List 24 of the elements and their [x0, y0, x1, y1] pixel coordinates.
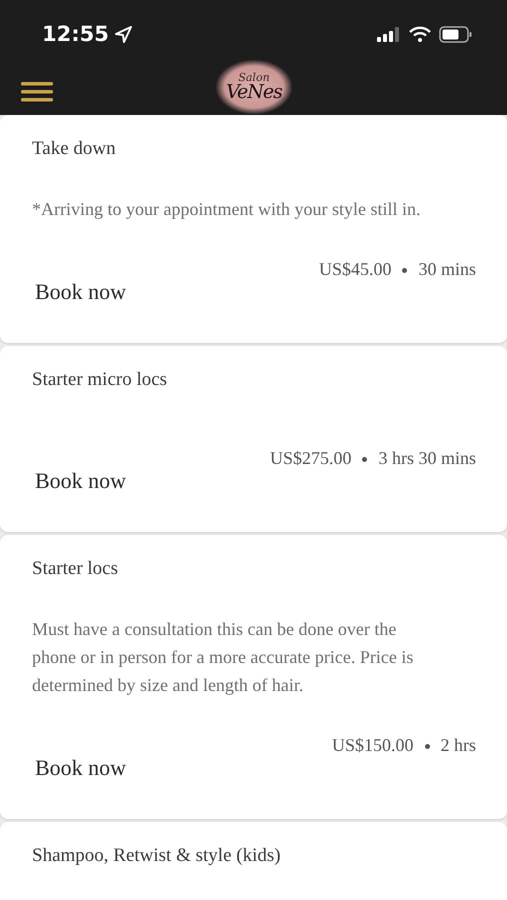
- service-title: Take down: [32, 137, 117, 161]
- service-title: Starter locs: [32, 557, 120, 581]
- service-description: Must have a consultation this can be done over the phone or in person for a more accurate price. Price is determined by size and length of hair.: [32, 618, 414, 697]
- book-now-button[interactable]: Book now: [32, 468, 126, 494]
- battery-icon: [439, 26, 473, 42]
- status-time: 12:55: [42, 22, 109, 46]
- logo-subtitle: Salon: [238, 72, 270, 83]
- location-icon: [114, 26, 132, 42]
- service-description: *Arriving to your appointment with your style still in.: [32, 198, 422, 221]
- price-duration: US$150.00 2 hrs: [332, 735, 476, 756]
- separator-dot: [362, 457, 368, 462]
- separator-dot: [424, 744, 430, 750]
- menu-icon[interactable]: [21, 80, 53, 104]
- service-title: Starter micro locs: [32, 368, 168, 392]
- salon-logo[interactable]: Salon VeNes: [216, 60, 292, 114]
- book-now-button[interactable]: Book now: [32, 279, 126, 305]
- wifi-icon: [409, 26, 431, 42]
- separator-dot: [402, 268, 408, 274]
- service-title: Shampoo, Retwist & style (kids): [32, 844, 282, 868]
- signal-icon: [377, 26, 401, 42]
- price-duration: US$45.00 30 mins: [318, 259, 476, 280]
- logo-title: VeNes: [226, 83, 282, 102]
- book-now-button[interactable]: Book now: [32, 755, 126, 781]
- price-duration: US$275.00 3 hrs 30 mins: [270, 448, 476, 469]
